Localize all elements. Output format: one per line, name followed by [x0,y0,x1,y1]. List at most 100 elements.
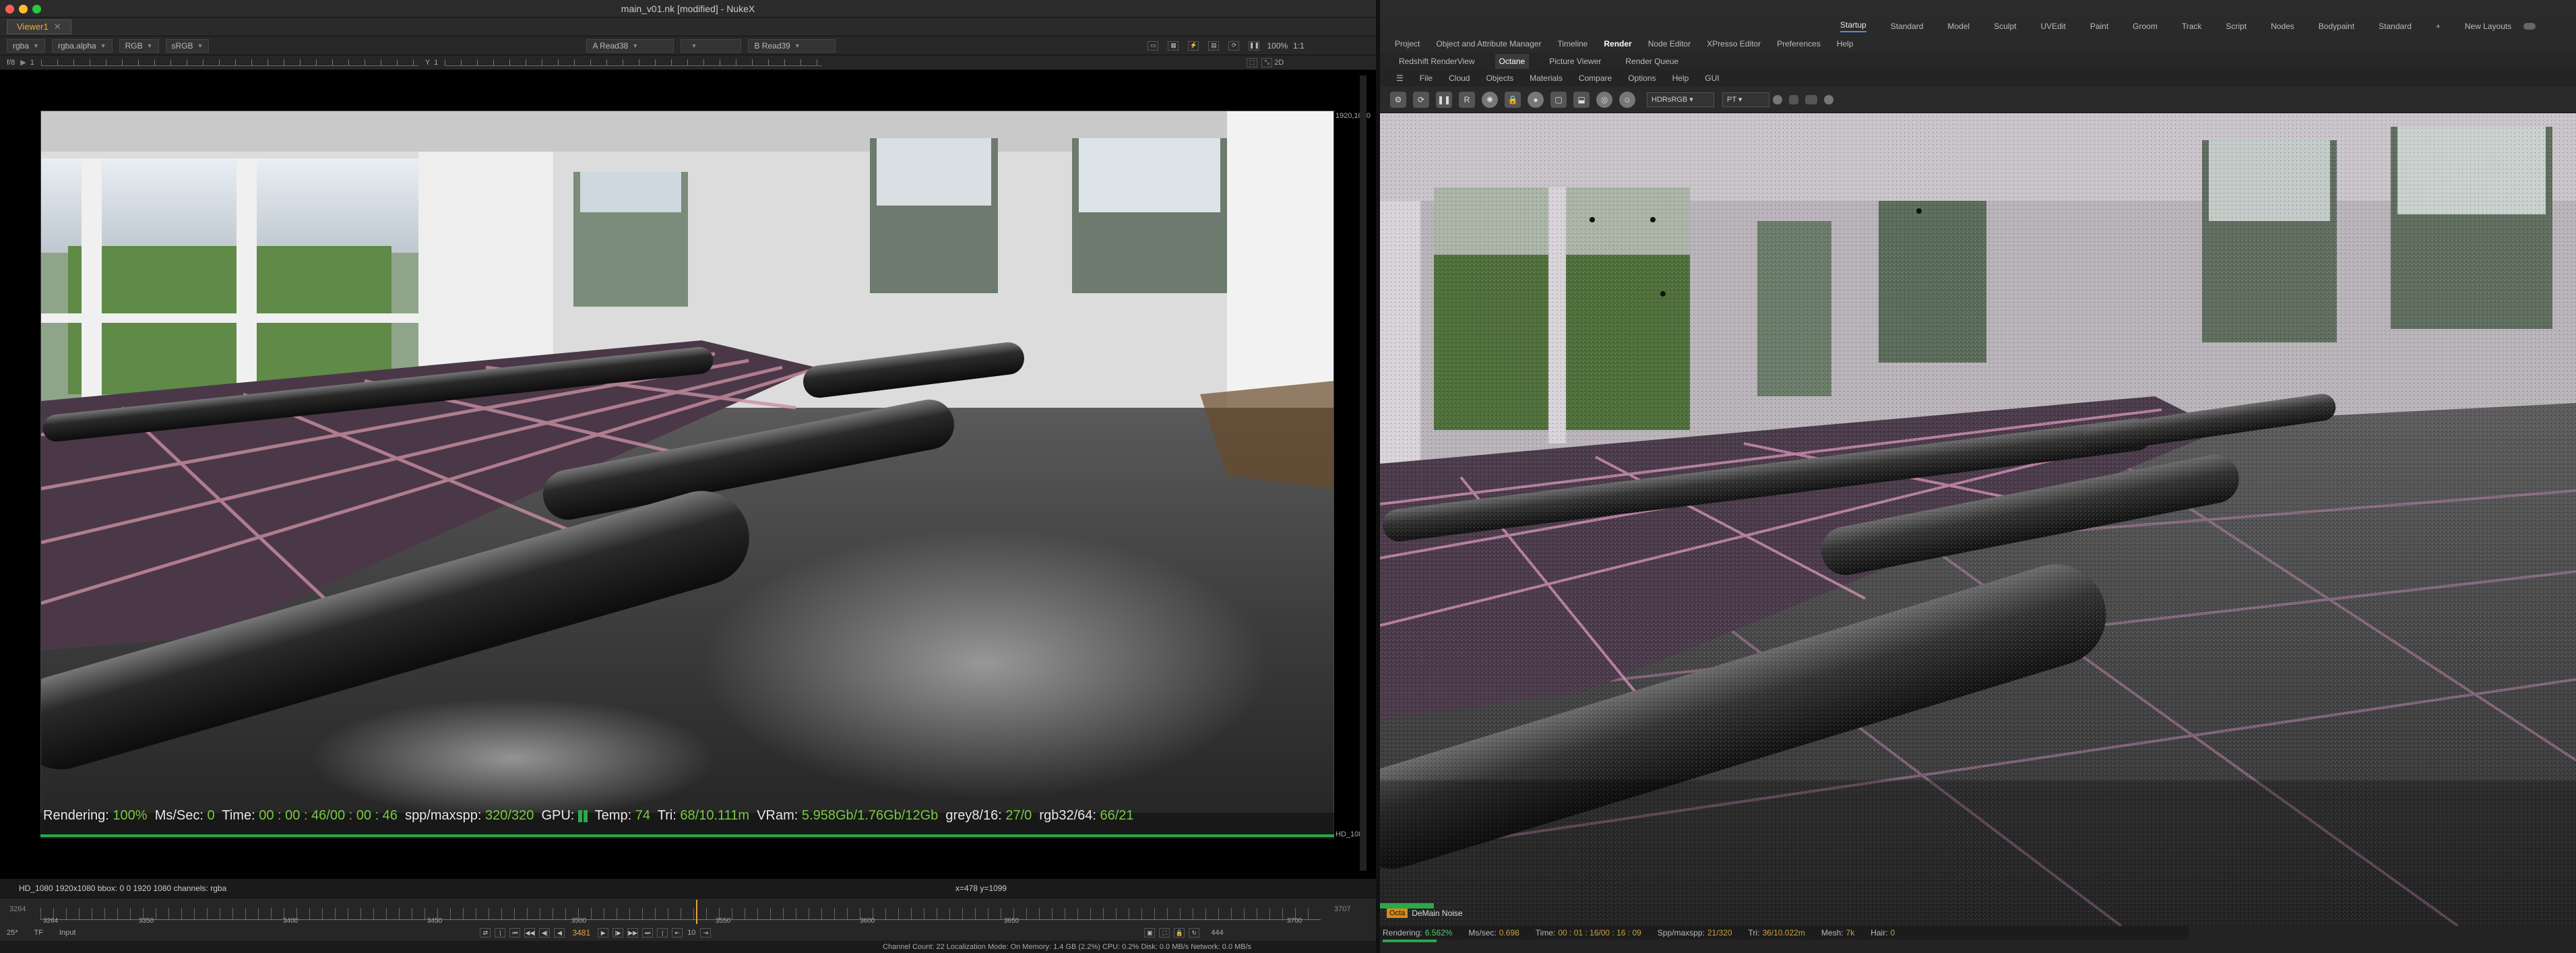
mode-track[interactable]: Track [2182,22,2202,31]
channels-dropdown[interactable]: rgba ▼ [7,38,45,53]
oct-menu-objects[interactable]: Objects [1486,73,1513,83]
input-b-dropdown[interactable]: B Read39 ▼ [748,38,836,53]
menu-render[interactable]: Render [1604,39,1631,49]
mode-bodypaint[interactable]: Bodypaint [2319,22,2354,31]
mode-uvedit[interactable]: UVEdit [2040,22,2065,31]
mode-model[interactable]: Model [1947,22,1970,31]
colorspace-dropdown[interactable]: sRGB ▼ [165,38,210,53]
oct-menu-file[interactable]: File [1420,73,1433,83]
menu-project[interactable]: Project [1395,39,1420,49]
menu-xpresso-editor[interactable]: XPresso Editor [1707,39,1761,49]
mode-script[interactable]: Script [2226,22,2247,31]
tab-viewer1[interactable]: Viewer1 ✕ [7,19,71,34]
prev-frame-icon[interactable]: ◀| [539,928,551,937]
first-frame-icon[interactable]: ⏮ [509,928,521,937]
dot-icon[interactable] [1773,94,1782,104]
mode-paint[interactable]: Paint [2090,22,2108,31]
fullscreen-icon[interactable]: ⛶ [1159,928,1170,937]
oct-menu-options[interactable]: Options [1628,73,1656,83]
out-point-icon[interactable]: | [657,928,668,937]
minimize-window-icon[interactable] [19,5,28,13]
mode-groom[interactable]: Groom [2133,22,2158,31]
input-dropdown[interactable]: Input [59,929,75,937]
timeline-ruler[interactable] [40,908,1321,920]
roi-icon[interactable]: ▭ [1148,40,1159,51]
bounce-icon[interactable]: ⇄ [480,928,491,937]
tab-redshift-renderview[interactable]: Redshift RenderView [1395,54,1479,69]
in-point-icon[interactable]: | [495,928,506,937]
oct-menu-cloud[interactable]: Cloud [1449,73,1470,83]
mode-standard-2[interactable]: Standard [2379,22,2412,31]
transform-icon[interactable]: ⤡ [1261,57,1273,67]
gain-value[interactable]: 1 [30,59,34,67]
dot-icon[interactable] [1824,94,1833,104]
last-frame-icon[interactable]: ⏭ [642,928,654,937]
current-frame-field[interactable]: 3481 [572,928,590,937]
menu-object-attribute[interactable]: Object and Attribute Manager [1436,39,1541,49]
display-channel-dropdown[interactable]: RGB ▼ [119,38,159,53]
close-window-icon[interactable] [5,5,14,13]
fps-dropdown[interactable]: 25* [7,929,18,937]
lock-icon[interactable]: 🔒 [1505,91,1521,108]
sun-icon[interactable]: ✺ [1482,91,1498,108]
oct-menu-gui[interactable]: GUI [1705,73,1719,83]
new-layouts-label[interactable]: New Layouts [2465,22,2511,31]
frame-step-icon[interactable]: ▶ [20,58,26,67]
next-frame-icon[interactable]: |▶ [612,928,624,937]
pause-render-icon[interactable]: ❚❚ [1436,91,1452,108]
lock-icon[interactable]: 🔒 [1174,928,1185,937]
prev-keyframe-icon[interactable]: ◀◀ [524,928,536,937]
play-backward-icon[interactable]: ◀ [554,928,565,937]
end-frame-field[interactable]: 444 [1211,929,1223,937]
close-tab-icon[interactable]: ✕ [54,22,61,32]
menu-preferences[interactable]: Preferences [1777,39,1821,49]
menu-help[interactable]: Help [1837,39,1854,49]
timeline-playhead[interactable] [696,900,697,924]
octane-live-viewer[interactable] [1380,113,2576,926]
oct-menu-materials[interactable]: Materials [1530,73,1563,83]
camera-icon[interactable] [1805,94,1817,104]
mode-nodes[interactable]: Nodes [2271,22,2294,31]
fstop-value[interactable]: f/8 [7,59,15,67]
layer-dropdown[interactable]: rgba.alpha ▼ [51,38,113,53]
pause-icon[interactable]: ❚❚ [1249,40,1260,51]
step-forward-icon[interactable]: ⇥ [700,928,712,937]
save-image-icon[interactable]: ⬓ [1573,91,1590,108]
timeline[interactable]: 3264 3264 3350 3400 3450 3500 3550 3600 … [0,898,1376,925]
refresh-icon[interactable]: ⟳ [1228,40,1240,51]
play-forward-icon[interactable]: ▶ [598,928,609,937]
grid-icon[interactable]: ▤ [1208,40,1220,51]
focus-picker-icon[interactable]: ◎ [1596,91,1612,108]
small-square-icon[interactable] [1789,94,1798,104]
wipe-mode-dropdown[interactable]: ▼ [681,38,742,53]
viewer-canvas[interactable]: 1920,1080 HD_1080 Rendering: 100% Ms/Sec… [0,70,1376,879]
tf-dropdown[interactable]: TF [34,929,43,937]
proxy-icon[interactable]: ⚡ [1188,40,1199,51]
step-back-icon[interactable]: ⇤ [672,928,683,937]
clip-warning-icon[interactable]: ▦ [1168,40,1179,51]
gamma-value[interactable]: 1 [434,59,438,67]
oct-menu-help[interactable]: Help [1672,73,1689,83]
step-value[interactable]: 10 [687,929,695,937]
menu-node-editor[interactable]: Node Editor [1648,39,1691,49]
timeline-start[interactable]: 3264 [9,905,26,913]
crop-icon[interactable]: ⬚ [1247,57,1258,67]
sphere-icon[interactable]: ● [1528,91,1544,108]
add-layout-icon[interactable]: + [2436,22,2441,31]
cache-icon[interactable]: ▣ [1144,928,1156,937]
restart-render-icon[interactable]: ⟳ [1413,91,1429,108]
gain-slider[interactable] [40,59,418,66]
kernel-select[interactable]: PT ▾ [1722,92,1769,107]
colorspace-select[interactable]: HDRsRGB ▾ [1647,92,1714,107]
tab-picture-viewer[interactable]: Picture Viewer [1545,54,1605,69]
octane-chip[interactable]: Octa [1387,909,1408,918]
tab-octane[interactable]: Octane [1495,54,1530,69]
region-render-icon[interactable]: R [1459,91,1475,108]
loop-icon[interactable]: ↻ [1189,928,1200,937]
mode-standard[interactable]: Standard [1891,22,1924,31]
menu-timeline[interactable]: Timeline [1557,39,1588,49]
input-a-dropdown[interactable]: A Read38 ▼ [586,38,674,53]
oct-menu-compare[interactable]: Compare [1579,73,1612,83]
frame-icon[interactable]: ▢ [1550,91,1567,108]
viewer-scrollbar[interactable] [1360,75,1366,871]
